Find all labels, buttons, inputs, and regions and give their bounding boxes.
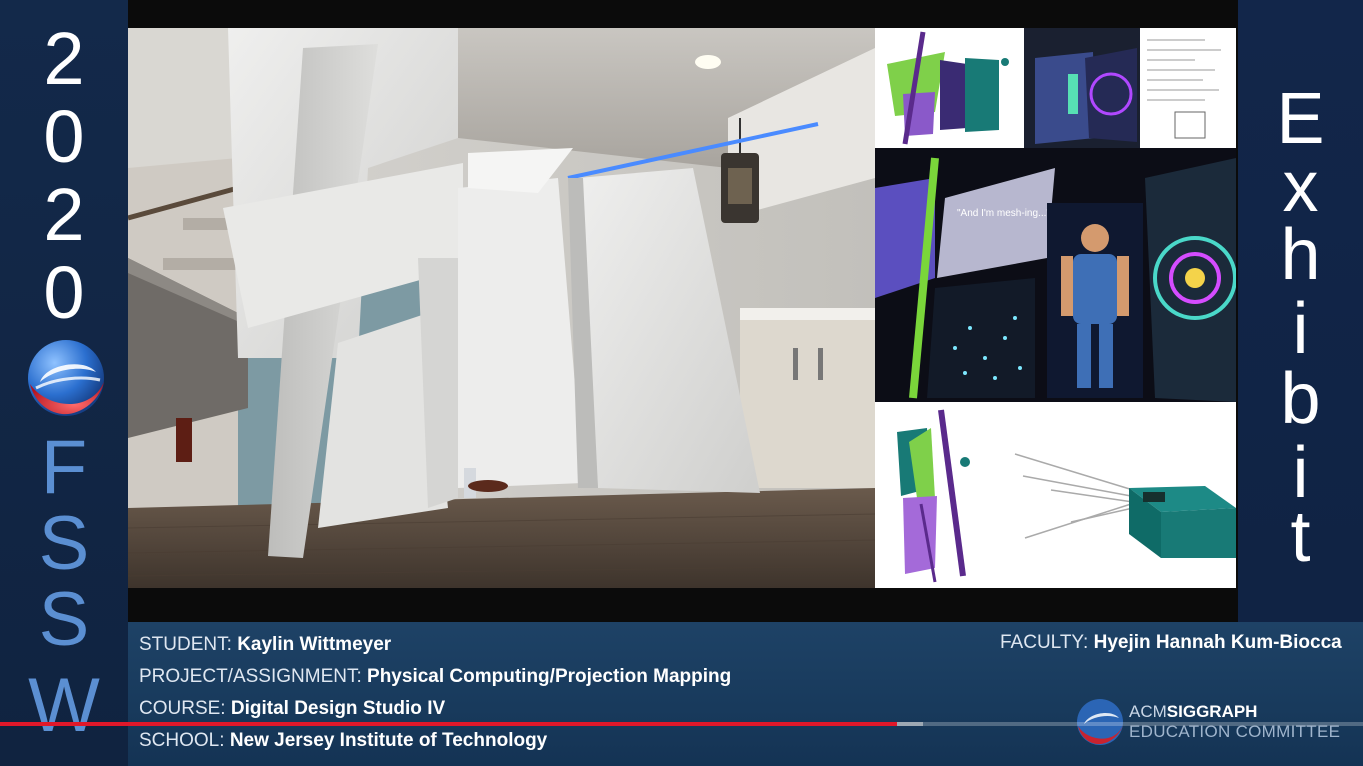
- acronym-letter-s2: S: [38, 577, 90, 662]
- faculty-label: FACULTY:: [1000, 632, 1089, 653]
- exhibit-letter-e: E: [1276, 79, 1325, 159]
- year-digit-1: 2: [43, 17, 85, 100]
- course-line: COURSE: Digital Design Studio IV: [139, 698, 445, 720]
- concept-art-collage: "And I'm mesh-ing..." - Finch (Imm ): [875, 28, 1237, 588]
- left-title-strip: 2 0 2 0 F S S W: [0, 0, 128, 766]
- year-digit-4: 0: [43, 251, 85, 334]
- year-digit-2: 0: [43, 95, 85, 178]
- concept-art-grid: "And I'm mesh-ing..." - Finch (Imm ): [875, 28, 1237, 588]
- student-name: Kaylin Wittmeyer: [237, 634, 392, 655]
- credits-band: STUDENT: Kaylin Wittmeyer PROJECT/ASSIGN…: [128, 622, 1363, 766]
- student-label: STUDENT:: [139, 634, 232, 655]
- faculty-line: FACULTY: Hyejin Hannah Kum-Biocca: [1000, 632, 1342, 654]
- video-frame[interactable]: 2 0 2 0 F S S W "And I'm mesh-ing..." - …: [0, 0, 1363, 766]
- student-line: STUDENT: Kaylin Wittmeyer: [139, 634, 391, 656]
- video-progress-bar[interactable]: [0, 722, 1363, 726]
- school-name: New Jersey Institute of Technology: [229, 730, 548, 751]
- exhibit-letter-b: b: [1280, 359, 1321, 439]
- faculty-name: Hyejin Hannah Kum-Biocca: [1093, 632, 1342, 653]
- year-digit-3: 2: [43, 173, 85, 256]
- course-name: Digital Design Studio IV: [230, 698, 446, 719]
- exhibit-letter-x: x: [1282, 147, 1319, 227]
- project-line: PROJECT/ASSIGNMENT: Physical Computing/P…: [139, 666, 731, 688]
- acronym-letter-w: W: [28, 663, 100, 748]
- main-image-area: "And I'm mesh-ing..." - Finch (Imm ): [128, 0, 1238, 622]
- installation-room-photo: [128, 28, 875, 588]
- school-line: SCHOOL: New Jersey Institute of Technolo…: [139, 730, 547, 752]
- video-played-bar: [0, 722, 897, 726]
- exhibit-letter-t: t: [1290, 497, 1311, 577]
- siggraph-word: SIGGRAPH: [1166, 702, 1258, 721]
- exhibit-letter-h: h: [1280, 215, 1321, 295]
- acm-siggraph-text: ACMSIGGRAPH: [1129, 702, 1257, 722]
- project-label: PROJECT/ASSIGNMENT:: [139, 666, 362, 687]
- acronym-letter-s1: S: [38, 501, 90, 586]
- acm-prefix: ACM: [1129, 702, 1167, 721]
- project-name: Physical Computing/Projection Mapping: [367, 666, 732, 687]
- school-label: SCHOOL:: [139, 730, 225, 751]
- exhibit-letter-i1: i: [1292, 289, 1309, 369]
- siggraph-orb-logo: [28, 340, 104, 416]
- acronym-letter-f: F: [40, 425, 88, 510]
- course-label: COURSE:: [139, 698, 226, 719]
